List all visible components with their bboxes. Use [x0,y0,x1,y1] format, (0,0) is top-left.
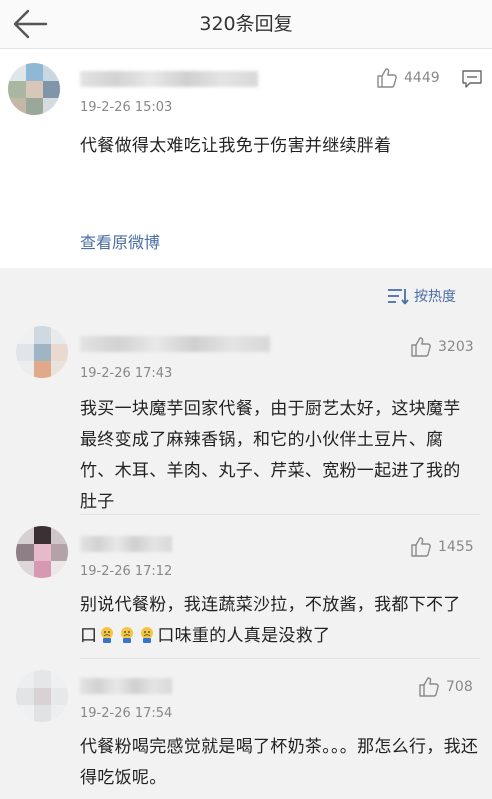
reply-item: 708 19-2-26 17:54 代餐粉喝完感觉就是喝了杯奶茶。。。那怎么行，… [0,660,492,799]
thumbs-up-icon [411,337,431,357]
divider [80,658,480,659]
like-count: 3203 [438,339,474,355]
top-bar: 320条回复 [0,0,492,49]
avatar[interactable] [16,670,68,722]
like-count: 1455 [438,539,474,555]
like-button[interactable]: 3203 [410,336,474,358]
sort-by-hot-button[interactable]: 按热度 [386,286,456,306]
crying-emoji-icon [99,624,115,643]
reply-text-after: 口味重的人真是没救了 [157,626,331,646]
thumbs-up-icon [377,68,397,88]
crying-emoji-icon [139,624,155,643]
like-button[interactable]: 708 [418,676,473,698]
reply-content: 代餐粉喝完感觉就是喝了杯奶茶。。。那怎么行，我还得吃饭呢。 [80,737,479,788]
like-count: 708 [446,679,473,695]
reply-item: 1455 19-2-26 17:12 别说代餐粉，我连蔬菜沙拉，不放酱，我都下不… [0,516,492,660]
like-button[interactable]: 1455 [410,536,474,558]
username-blurred[interactable] [80,678,172,694]
view-original-link[interactable]: 查看原微博 [80,229,160,253]
sort-bar: 按热度 [0,268,492,314]
sort-icon [388,289,409,305]
avatar[interactable] [16,326,68,378]
page-title: 320条回复 [199,13,293,35]
username-blurred[interactable] [80,71,258,87]
main-post: 19-2-26 15:03 4449 代餐做得太难吃让我免于伤害并继续胖着 查看… [0,49,492,268]
thumbs-up-icon [411,537,431,557]
like-button[interactable]: 4449 [376,67,440,89]
post-content: 代餐做得太难吃让我免于伤害并继续胖着 [80,136,392,156]
sort-label: 按热度 [414,289,456,305]
reply-time: 19-2-26 17:43 [80,366,173,381]
crying-emoji-icon [119,624,135,643]
post-time: 19-2-26 15:03 [80,100,173,115]
comment-icon [462,70,482,88]
comment-button[interactable] [461,69,483,93]
avatar[interactable] [8,63,60,115]
reply-content: 我买一块魔芋回家代餐，由于厨艺太好，这块魔芋最终变成了麻辣香锅，和它的小伙伴土豆… [80,399,461,512]
avatar[interactable] [16,526,68,578]
username-blurred[interactable] [80,336,270,352]
thumbs-up-icon [419,677,439,697]
reply-item: 3203 19-2-26 17:43 我买一块魔芋回家代餐，由于厨艺太好，这块魔… [0,316,492,516]
reply-content: 别说代餐粉，我连蔬菜沙拉，不放酱，我都下不了口 口味重的人真是没救了 [80,590,476,652]
username-blurred[interactable] [80,536,172,552]
reply-time: 19-2-26 17:54 [80,706,173,721]
reply-time: 19-2-26 17:12 [80,564,173,579]
divider [80,514,480,515]
like-count: 4449 [404,70,440,86]
